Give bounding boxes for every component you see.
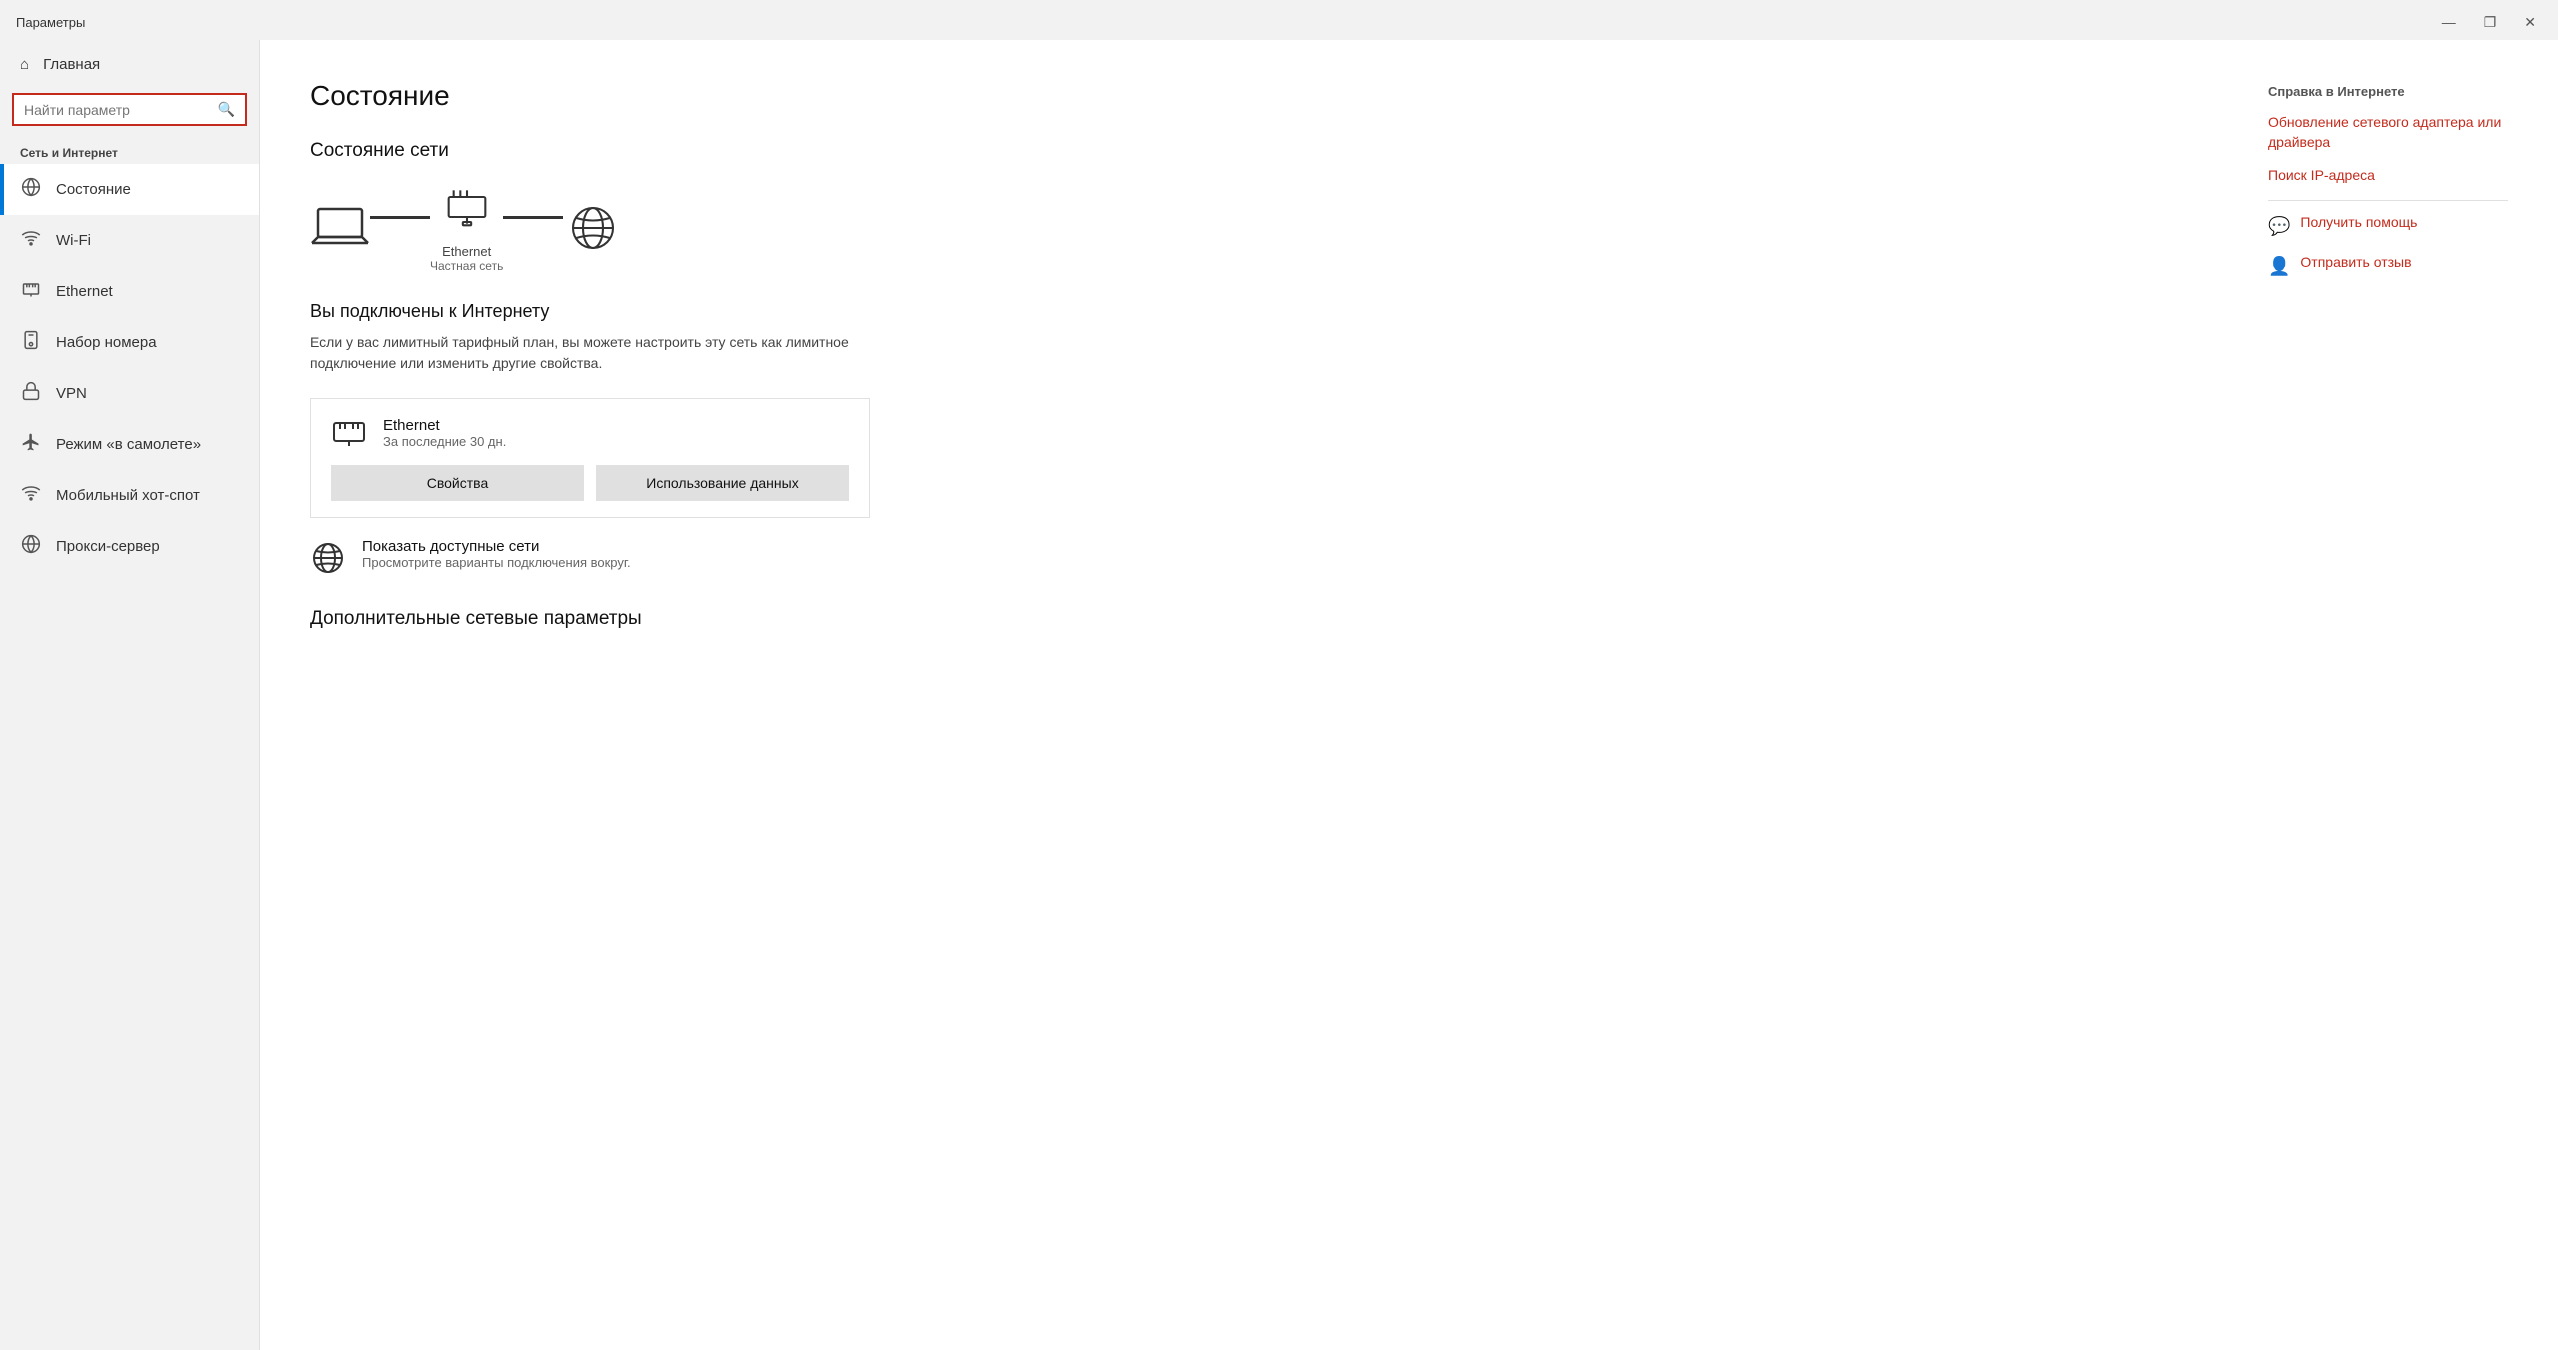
laptop-icon (310, 203, 370, 253)
minimize-button[interactable]: — (2436, 12, 2462, 32)
dialup-label: Набор номера (56, 334, 157, 351)
search-box: 🔍 (12, 93, 247, 126)
wifi-icon (20, 228, 42, 253)
hotspot-label: Мобильный хот-спот (56, 487, 200, 504)
right-divider (2268, 200, 2508, 201)
wifi-label: Wi-Fi (56, 232, 91, 249)
feedback-icon: 👤 (2268, 254, 2290, 279)
title-bar: Параметры — ❐ ✕ (0, 0, 2558, 40)
search-icon[interactable]: 🔍 (218, 101, 235, 118)
sidebar-item-status[interactable]: Состояние (0, 164, 259, 215)
ethernet-card-header: Ethernet За последние 30 дн. (331, 415, 849, 451)
right-link-ip[interactable]: Поиск IP-адреса (2268, 166, 2508, 186)
window-controls: — ❐ ✕ (2436, 12, 2542, 33)
maximize-button[interactable]: ❐ (2478, 12, 2503, 33)
hotspot-icon (20, 483, 42, 508)
connected-title: Вы подключены к Интернету (310, 301, 2208, 322)
main-content: Состояние Состояние сети (260, 40, 2558, 1350)
sidebar-item-wifi[interactable]: Wi-Fi (0, 215, 259, 266)
sidebar: ⌂ Главная 🔍 Сеть и Интернет Состояние (0, 40, 260, 1350)
close-button[interactable]: ✕ (2518, 12, 2542, 33)
proxy-label: Прокси-сервер (56, 538, 160, 555)
ethernet-diagram-label: Ethernet (430, 244, 503, 259)
window-title: Параметры (16, 15, 85, 30)
right-link-adapter[interactable]: Обновление сетевого адаптера или драйвер… (2268, 113, 2508, 152)
sidebar-item-home[interactable]: ⌂ Главная (0, 40, 259, 89)
ethernet-card-info: Ethernet За последние 30 дн. (383, 417, 506, 449)
proxy-icon (20, 534, 42, 559)
data-usage-button[interactable]: Использование данных (596, 465, 849, 501)
content-right: Справка в Интернете Обновление сетевого … (2268, 80, 2508, 1310)
status-label: Состояние (56, 181, 131, 198)
eth-sub: За последние 30 дн. (383, 434, 506, 449)
status-icon (20, 177, 42, 202)
additional-title: Дополнительные сетевые параметры (310, 608, 2208, 630)
show-networks-text: Показать доступные сети Просмотрите вари… (362, 538, 631, 570)
sidebar-section-label: Сеть и Интернет (0, 138, 259, 164)
right-link-ip-text: Поиск IP-адреса (2268, 166, 2375, 186)
line1 (370, 216, 430, 219)
right-section-label: Справка в Интернете (2268, 84, 2508, 99)
dialup-icon (20, 330, 42, 355)
show-networks[interactable]: Показать доступные сети Просмотрите вари… (310, 538, 870, 576)
router-icon-container: Ethernet Частная сеть (430, 182, 503, 273)
right-link-feedback-text: Отправить отзыв (2300, 253, 2411, 273)
show-networks-title: Показать доступные сети (362, 538, 631, 555)
home-icon: ⌂ (20, 56, 29, 73)
ethernet-label: Ethernet (56, 283, 113, 300)
eth-buttons: Свойства Использование данных (331, 465, 849, 501)
right-link-feedback[interactable]: 👤 Отправить отзыв (2268, 253, 2508, 279)
airplane-icon (20, 432, 42, 457)
sidebar-item-proxy[interactable]: Прокси-сервер (0, 521, 259, 572)
sidebar-home-label: Главная (43, 56, 100, 73)
vpn-icon (20, 381, 42, 406)
app-body: ⌂ Главная 🔍 Сеть и Интернет Состояние (0, 40, 2558, 1350)
show-networks-sub: Просмотрите варианты подключения вокруг. (362, 555, 631, 570)
page-title: Состояние (310, 80, 2208, 112)
content-main: Состояние Состояние сети (310, 80, 2208, 1310)
right-link-help[interactable]: 💬 Получить помощь (2268, 213, 2508, 239)
help-icon: 💬 (2268, 214, 2290, 239)
sidebar-item-hotspot[interactable]: Мобильный хот-спот (0, 470, 259, 521)
search-input[interactable] (24, 102, 218, 118)
ethernet-icon (20, 279, 42, 304)
right-link-help-text: Получить помощь (2300, 213, 2417, 233)
router-icon (437, 182, 497, 232)
show-networks-icon (310, 540, 346, 576)
sidebar-item-ethernet[interactable]: Ethernet (0, 266, 259, 317)
private-net-label: Частная сеть (430, 259, 503, 273)
sidebar-item-vpn[interactable]: VPN (0, 368, 259, 419)
network-diagram: Ethernet Частная сеть (310, 182, 2208, 273)
ethernet-card: Ethernet За последние 30 дн. Свойства Ис… (310, 398, 870, 518)
connected-desc: Если у вас лимитный тарифный план, вы мо… (310, 332, 870, 374)
connected-section: Вы подключены к Интернету Если у вас лим… (310, 301, 2208, 374)
ethernet-card-icon (331, 415, 367, 451)
globe-icon (563, 203, 623, 253)
right-link-adapter-text: Обновление сетевого адаптера или драйвер… (2268, 113, 2508, 152)
line2 (503, 216, 563, 219)
eth-name: Ethernet (383, 417, 506, 434)
vpn-label: VPN (56, 385, 87, 402)
sidebar-item-dialup[interactable]: Набор номера (0, 317, 259, 368)
properties-button[interactable]: Свойства (331, 465, 584, 501)
laptop-icon-container (310, 203, 370, 253)
network-status-title: Состояние сети (310, 140, 2208, 162)
airplane-label: Режим «в самолете» (56, 436, 201, 453)
sidebar-item-airplane[interactable]: Режим «в самолете» (0, 419, 259, 470)
globe-icon-container (563, 203, 623, 253)
